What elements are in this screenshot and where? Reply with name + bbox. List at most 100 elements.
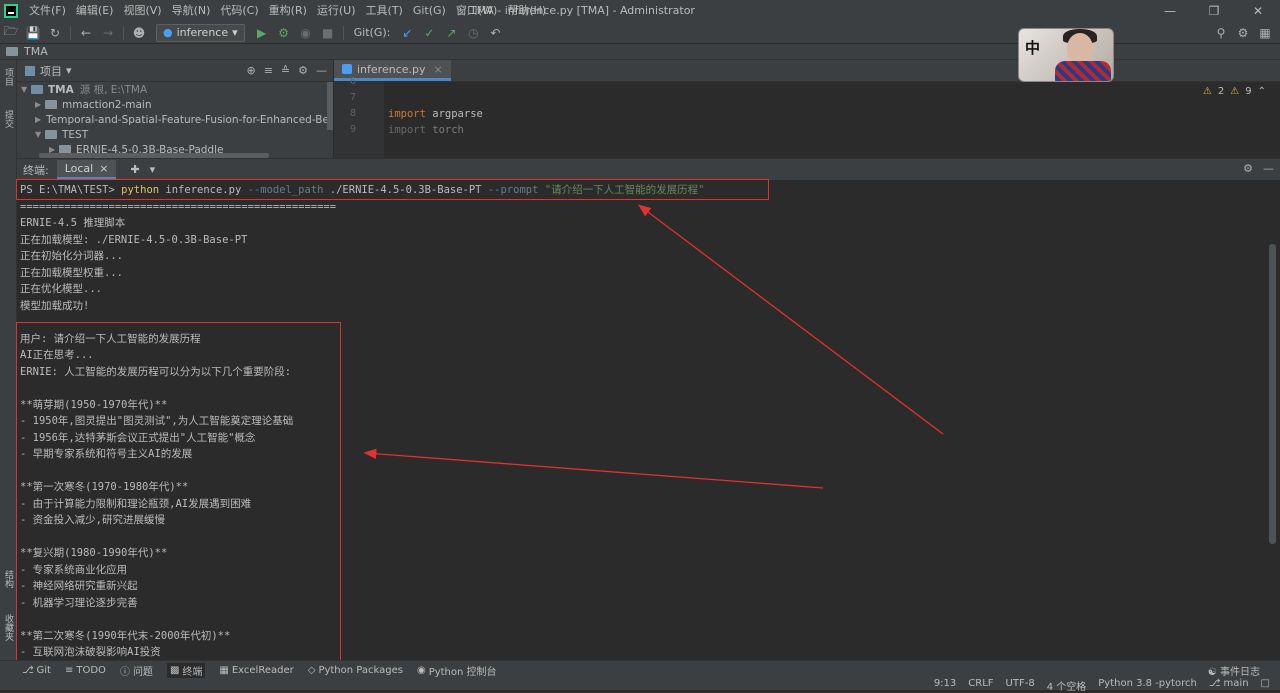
tool-excelreader[interactable]: ▦ ExcelReader — [219, 663, 293, 678]
git-update-icon[interactable]: ↙ — [396, 26, 418, 40]
menu-refactor[interactable]: 重构(R) — [264, 0, 312, 22]
hide-icon[interactable]: — — [1263, 162, 1274, 175]
open-folder-icon[interactable]: 🗁 — [0, 22, 22, 43]
menu-navigate[interactable]: 导航(N) — [167, 0, 216, 22]
settings-gear-icon[interactable]: ⚙ — [1232, 26, 1254, 40]
line-number: 6 — [349, 76, 356, 87]
restore-icon[interactable]: ❐ — [1192, 0, 1236, 22]
code-area[interactable]: import argparse import torch — [388, 82, 1268, 138]
menu-code[interactable]: 代码(C) — [215, 0, 263, 22]
menu-git[interactable]: Git(G) — [408, 0, 451, 22]
stop-icon[interactable]: ■ — [317, 26, 339, 40]
tool-window-bar: ⎇ Git ≡ TODO ⓘ 问题 ▩ 终端 ▦ ExcelReader ◇ Python … — [22, 663, 497, 678]
terminal-line: 正在初始化分词器... — [20, 250, 123, 262]
chevron-right-icon[interactable]: ▶ — [35, 115, 41, 124]
project-panel-title[interactable]: 项目 — [40, 63, 62, 79]
python-file-icon — [342, 64, 352, 74]
tree-item[interactable]: ▶ Temporal-and-Spatial-Feature-Fusion-fo… — [17, 112, 333, 127]
chevron-down-icon[interactable]: ▼ — [35, 130, 45, 139]
terminal-scrollbar[interactable] — [1269, 244, 1276, 544]
locate-icon[interactable]: ⊕ — [246, 64, 255, 77]
tool-terminal[interactable]: ▩ 终端 — [166, 663, 206, 678]
sync-icon[interactable]: ↻ — [44, 26, 66, 40]
vertical-scrollbar[interactable] — [327, 82, 333, 130]
run-icon[interactable]: ▶ — [251, 26, 273, 40]
chevron-right-icon[interactable]: ▶ — [35, 100, 45, 109]
debug-icon[interactable]: ⚙ — [273, 26, 295, 40]
warning-icon: ⚠ — [1202, 86, 1212, 97]
annotation-box-command — [16, 179, 769, 200]
menu-tools[interactable]: 工具(T) — [361, 0, 408, 22]
chevron-down-icon[interactable]: ▾ — [66, 64, 72, 77]
gear-icon[interactable]: ⚙ — [298, 64, 308, 77]
close-icon[interactable]: ✕ — [1236, 0, 1280, 22]
tool-git[interactable]: ⎇ Git — [22, 663, 51, 678]
ide-logo-icon[interactable]: ▦ — [1254, 26, 1276, 40]
tool-python-packages[interactable]: ◇ Python Packages — [308, 663, 403, 678]
avatar-badge: 中 — [1025, 39, 1041, 57]
gear-icon[interactable]: ⚙ — [1243, 162, 1253, 175]
git-rollback-icon[interactable]: ↶ — [484, 26, 506, 40]
line-number: 7 — [349, 92, 356, 103]
close-tab-icon[interactable]: × — [99, 162, 108, 175]
minimize-icon[interactable]: — — [1148, 0, 1192, 22]
line-separator[interactable]: CRLF — [968, 678, 993, 693]
git-push-icon[interactable]: ↗ — [440, 26, 462, 40]
side-tab-favorites[interactable]: 收藏夹 — [2, 614, 15, 641]
terminal-line: 正在加载模型: ./ERNIE-4.5-0.3B-Base-PT — [20, 233, 248, 246]
side-tab-structure[interactable]: 结构 — [2, 570, 15, 588]
project-panel-header: 项目 ▾ ⊕ ≡ ≙ ⚙ — — [17, 60, 333, 82]
line-number: 9 — [349, 124, 356, 135]
add-terminal-icon[interactable]: ✚ — [130, 163, 139, 176]
coverage-icon[interactable]: ◉ — [295, 26, 317, 40]
tool-python-console[interactable]: ◉ Python 控制台 — [417, 663, 497, 678]
lock-icon[interactable]: □ — [1261, 678, 1270, 693]
git-commit-icon[interactable]: ✓ — [418, 26, 440, 40]
back-arrow-icon[interactable]: ← — [75, 26, 97, 40]
tool-todo[interactable]: ≡ TODO — [65, 663, 106, 678]
tree-item[interactable]: ▼ TMA 源 根, E:\TMA — [17, 82, 333, 97]
chevron-down-icon[interactable]: ▾ — [150, 163, 156, 176]
expand-all-icon[interactable]: ≡ — [264, 64, 273, 77]
side-tab-commit[interactable]: 提交 — [2, 110, 15, 128]
chevron-up-icon[interactable]: ⌃ — [1258, 86, 1266, 97]
event-log[interactable]: ☯ 事件日志 — [1208, 663, 1260, 678]
project-icon — [25, 65, 35, 76]
interpreter[interactable]: Python 3.8 -pytorch — [1098, 678, 1197, 693]
run-config-label: inference — [176, 26, 229, 39]
forward-arrow-icon[interactable]: → — [97, 26, 119, 40]
git-branch-icon: ⎇ — [22, 665, 34, 676]
hide-icon[interactable]: — — [316, 64, 327, 77]
problems-icon: ⓘ — [119, 667, 130, 678]
git-branch[interactable]: ⎇ main — [1209, 678, 1249, 693]
inspection-widget[interactable]: ⚠ 2 ⚠ 9 ⌃ — [1203, 86, 1266, 97]
search-icon[interactable]: ⚲ — [1210, 26, 1232, 40]
menu-edit[interactable]: 编辑(E) — [71, 0, 119, 22]
run-config-select[interactable]: ● inference ▾ — [156, 23, 245, 42]
cursor-position[interactable]: 9:13 — [934, 678, 956, 693]
terminal-header: 终端: Local × ✚ ▾ ⚙ — — [17, 158, 1280, 180]
menu-run[interactable]: 运行(U) — [312, 0, 361, 22]
code-line: import argparse — [388, 108, 483, 120]
indent-setting[interactable]: 4 个空格 — [1047, 678, 1087, 693]
nav-project[interactable]: TMA — [24, 45, 48, 58]
menu-view[interactable]: 视图(V) — [118, 0, 166, 22]
terminal-tab-local[interactable]: Local × — [56, 160, 117, 179]
user-icon[interactable]: ☻ — [128, 26, 150, 40]
line-gutter: 6 7 8 9 — [334, 76, 384, 158]
file-encoding[interactable]: UTF-8 — [1006, 678, 1035, 693]
tree-item[interactable]: ▶ mmaction2-main — [17, 97, 333, 112]
folder-icon — [45, 130, 57, 139]
menu-file[interactable]: 文件(F) — [24, 0, 71, 22]
side-tab-project[interactable]: 项目 — [2, 68, 15, 86]
tool-problems[interactable]: ⓘ 问题 — [120, 663, 153, 678]
collapse-all-icon[interactable]: ≙ — [281, 64, 290, 77]
save-icon[interactable]: 💾 — [22, 26, 44, 40]
tree-item[interactable]: ▼ TEST — [17, 127, 333, 142]
menu-bar: 文件(F) 编辑(E) 视图(V) 导航(N) 代码(C) 重构(R) 运行(U… — [0, 0, 1280, 22]
python-icon: ● — [163, 26, 173, 39]
chevron-down-icon[interactable]: ▼ — [21, 85, 31, 94]
git-history-icon[interactable]: ◷ — [462, 26, 484, 40]
